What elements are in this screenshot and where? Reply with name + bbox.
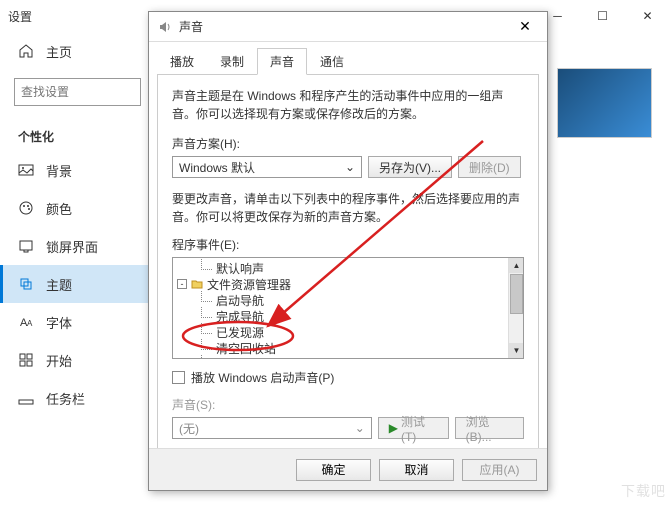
chevron-down-icon: ⌄	[345, 160, 355, 174]
font-icon: AA	[18, 314, 34, 330]
settings-title: 设置	[8, 8, 32, 25]
settings-sidebar: 主页 个性化 背景 颜色 锁屏界面 主题 AA 字体 开始	[0, 32, 155, 505]
browse-button: 浏览(B)...	[455, 417, 524, 439]
delete-button: 删除(D)	[458, 156, 521, 178]
event-item[interactable]: 已发现源	[173, 324, 523, 340]
dialog-close-button[interactable]: ✕	[511, 17, 539, 37]
sidebar-item-fonts[interactable]: AA 字体	[0, 303, 155, 341]
theme-preview	[557, 68, 652, 138]
sidebar-item-label: 字体	[46, 313, 72, 332]
tab-sounds[interactable]: 声音	[257, 48, 307, 75]
themes-icon	[18, 276, 34, 292]
tab-playback[interactable]: 播放	[157, 48, 207, 75]
search-input[interactable]	[14, 78, 141, 106]
scheme-label: 声音方案(H):	[172, 135, 524, 152]
event-item[interactable]: 启动导航	[173, 292, 523, 308]
description-text: 要更改声音，请单击以下列表中的程序事件，然后选择要应用的声音。你可以将更改保存为…	[172, 190, 524, 226]
speaker-icon	[157, 19, 173, 35]
image-icon	[18, 162, 34, 178]
tab-communications[interactable]: 通信	[307, 48, 357, 75]
section-label: 个性化	[0, 114, 155, 151]
chevron-down-icon: ⌄	[355, 421, 365, 435]
startup-sound-row[interactable]: 播放 Windows 启动声音(P)	[172, 369, 524, 386]
sound-dialog: 声音 ✕ 播放 录制 声音 通信 声音主题是在 Windows 和程序产生的活动…	[148, 11, 548, 491]
dialog-tabs: 播放 录制 声音 通信	[149, 42, 547, 75]
cancel-button[interactable]: 取消	[379, 459, 454, 481]
tree-collapse-icon[interactable]: -	[177, 279, 187, 289]
events-label: 程序事件(E):	[172, 236, 524, 253]
event-item[interactable]: 完成导航	[173, 308, 523, 324]
maximize-button[interactable]: ☐	[580, 0, 625, 32]
startup-label: 播放 Windows 启动声音(P)	[191, 369, 334, 386]
tab-panel-sounds: 声音主题是在 Windows 和程序产生的活动事件中应用的一组声音。你可以选择现…	[157, 74, 539, 472]
apply-button: 应用(A)	[462, 459, 537, 481]
sidebar-home-label: 主页	[46, 42, 72, 61]
sound-combobox: (无) ⌄	[172, 417, 372, 439]
scroll-up-arrow[interactable]: ▲	[509, 258, 524, 273]
palette-icon	[18, 200, 34, 216]
start-icon	[18, 352, 34, 368]
tab-recording[interactable]: 录制	[207, 48, 257, 75]
sidebar-item-start[interactable]: 开始	[0, 341, 155, 379]
dialog-titlebar: 声音 ✕	[149, 12, 547, 42]
sidebar-item-label: 锁屏界面	[46, 237, 98, 256]
folder-icon	[191, 278, 203, 290]
home-icon	[18, 43, 34, 59]
sidebar-item-label: 背景	[46, 161, 72, 180]
scroll-down-arrow[interactable]: ▼	[509, 343, 524, 358]
events-listbox[interactable]: 默认响声 - 文件资源管理器 启动导航 完成导航 已发现源 清空回收站 装订画册…	[172, 257, 524, 359]
watermark: 下载吧	[621, 481, 666, 501]
sidebar-item-label: 主题	[46, 275, 72, 294]
dialog-title: 声音	[179, 18, 203, 35]
test-button: ▶ 测试(T)	[378, 417, 449, 439]
scrollbar[interactable]: ▲ ▼	[508, 258, 523, 358]
play-icon: ▶	[389, 421, 398, 435]
intro-text: 声音主题是在 Windows 和程序产生的活动事件中应用的一组声音。你可以选择现…	[172, 87, 524, 123]
lockscreen-icon	[18, 238, 34, 254]
close-button[interactable]: ✕	[625, 0, 670, 32]
event-item-empty-recycle-bin[interactable]: 清空回收站	[173, 340, 523, 356]
sidebar-item-taskbar[interactable]: 任务栏	[0, 379, 155, 417]
sidebar-item-themes[interactable]: 主题	[0, 265, 155, 303]
ok-button[interactable]: 确定	[296, 459, 371, 481]
dialog-buttons: 确定 取消 应用(A)	[149, 448, 547, 490]
sidebar-item-label: 颜色	[46, 199, 72, 218]
sidebar-item-background[interactable]: 背景	[0, 151, 155, 189]
scroll-thumb[interactable]	[510, 274, 523, 314]
sidebar-item-label: 开始	[46, 351, 72, 370]
sound-label: 声音(S):	[172, 396, 524, 413]
scheme-combobox[interactable]: Windows 默认 ⌄	[172, 156, 362, 178]
event-group[interactable]: - 文件资源管理器	[173, 276, 523, 292]
startup-checkbox[interactable]	[172, 371, 185, 384]
sidebar-item-colors[interactable]: 颜色	[0, 189, 155, 227]
saveas-button[interactable]: 另存为(V)...	[368, 156, 452, 178]
sidebar-item-lockscreen[interactable]: 锁屏界面	[0, 227, 155, 265]
scheme-value: Windows 默认	[179, 159, 255, 176]
svg-text:A: A	[27, 319, 33, 328]
sound-value: (无)	[179, 420, 199, 437]
sidebar-item-home[interactable]: 主页	[0, 32, 155, 70]
sidebar-item-label: 任务栏	[46, 389, 85, 408]
taskbar-icon	[18, 390, 34, 406]
event-item[interactable]: 默认响声	[173, 260, 523, 276]
event-item[interactable]: 装订画册	[173, 356, 523, 359]
